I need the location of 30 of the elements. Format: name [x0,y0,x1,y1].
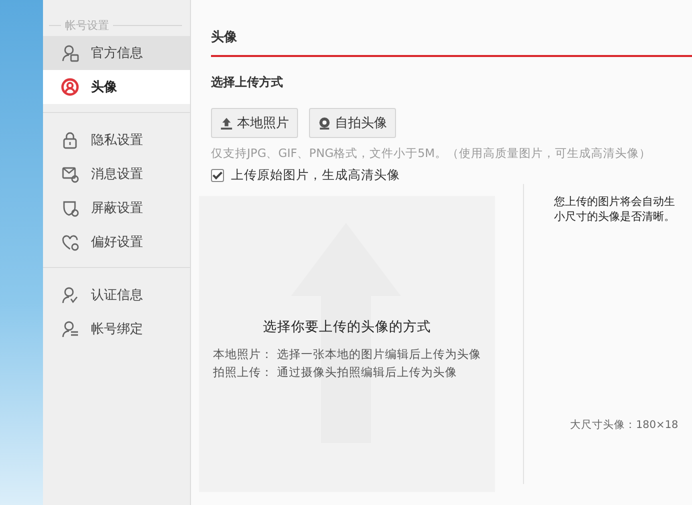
sidebar-item[interactable]: 认证信息 [43,278,190,312]
dropzone-description: 拍照上传： 通过摄像头拍照编辑后上传为头像 [213,365,457,380]
size-label: 大尺寸头像：180×18 [569,418,680,432]
person-lines-icon [61,320,79,338]
avatar-icon [61,78,79,96]
checkbox[interactable] [211,169,224,182]
sidebar-item[interactable]: 头像 [43,70,190,104]
upload-icon [220,116,233,130]
dropzone-title: 选择你要上传的头像的方式 [263,318,431,336]
lock-icon [61,131,79,149]
preview-description: 小尺寸的头像是否清晰。 [554,209,676,224]
sidebar-item[interactable]: 偏好设置 [43,225,190,259]
selfie-button[interactable]: 自拍头像 [309,108,396,138]
sidebar-item[interactable]: 隐私设置 [43,123,190,157]
profile-card-icon [61,44,79,62]
sidebar-item[interactable]: 帐号绑定 [43,312,190,346]
section-heading: 选择上传方式 [211,74,284,91]
sidebar-item[interactable]: 消息设置 [43,157,190,191]
format-hint: 仅支持JPG、GIF、PNG格式，文件小于5M。（使用高质量图片，可生成高清头像） [211,146,652,161]
webcam-icon [318,116,331,130]
sidebar-heading: 帐号设置 [64,18,110,32]
dropzone-description: 本地照片： 选择一张本地的图片编辑后上传为头像 [213,347,481,362]
checkbox-label: 上传原始图片，生成高清头像 [231,167,400,184]
page-title: 头像 [211,0,692,57]
sidebar-item[interactable]: 屏蔽设置 [43,191,190,225]
upload-button[interactable]: 本地照片 [211,108,298,138]
person-check-icon [61,286,79,304]
sidebar-item[interactable]: 官方信息 [43,36,190,70]
upload-dropzone[interactable]: 选择你要上传的头像的方式 本地照片： 选择一张本地的图片编辑后上传为头像 拍照上传： 通过摄像头拍照编辑后上传为头像 [199,196,495,492]
preview-description: 您上传的图片将会自动生 [554,194,676,209]
